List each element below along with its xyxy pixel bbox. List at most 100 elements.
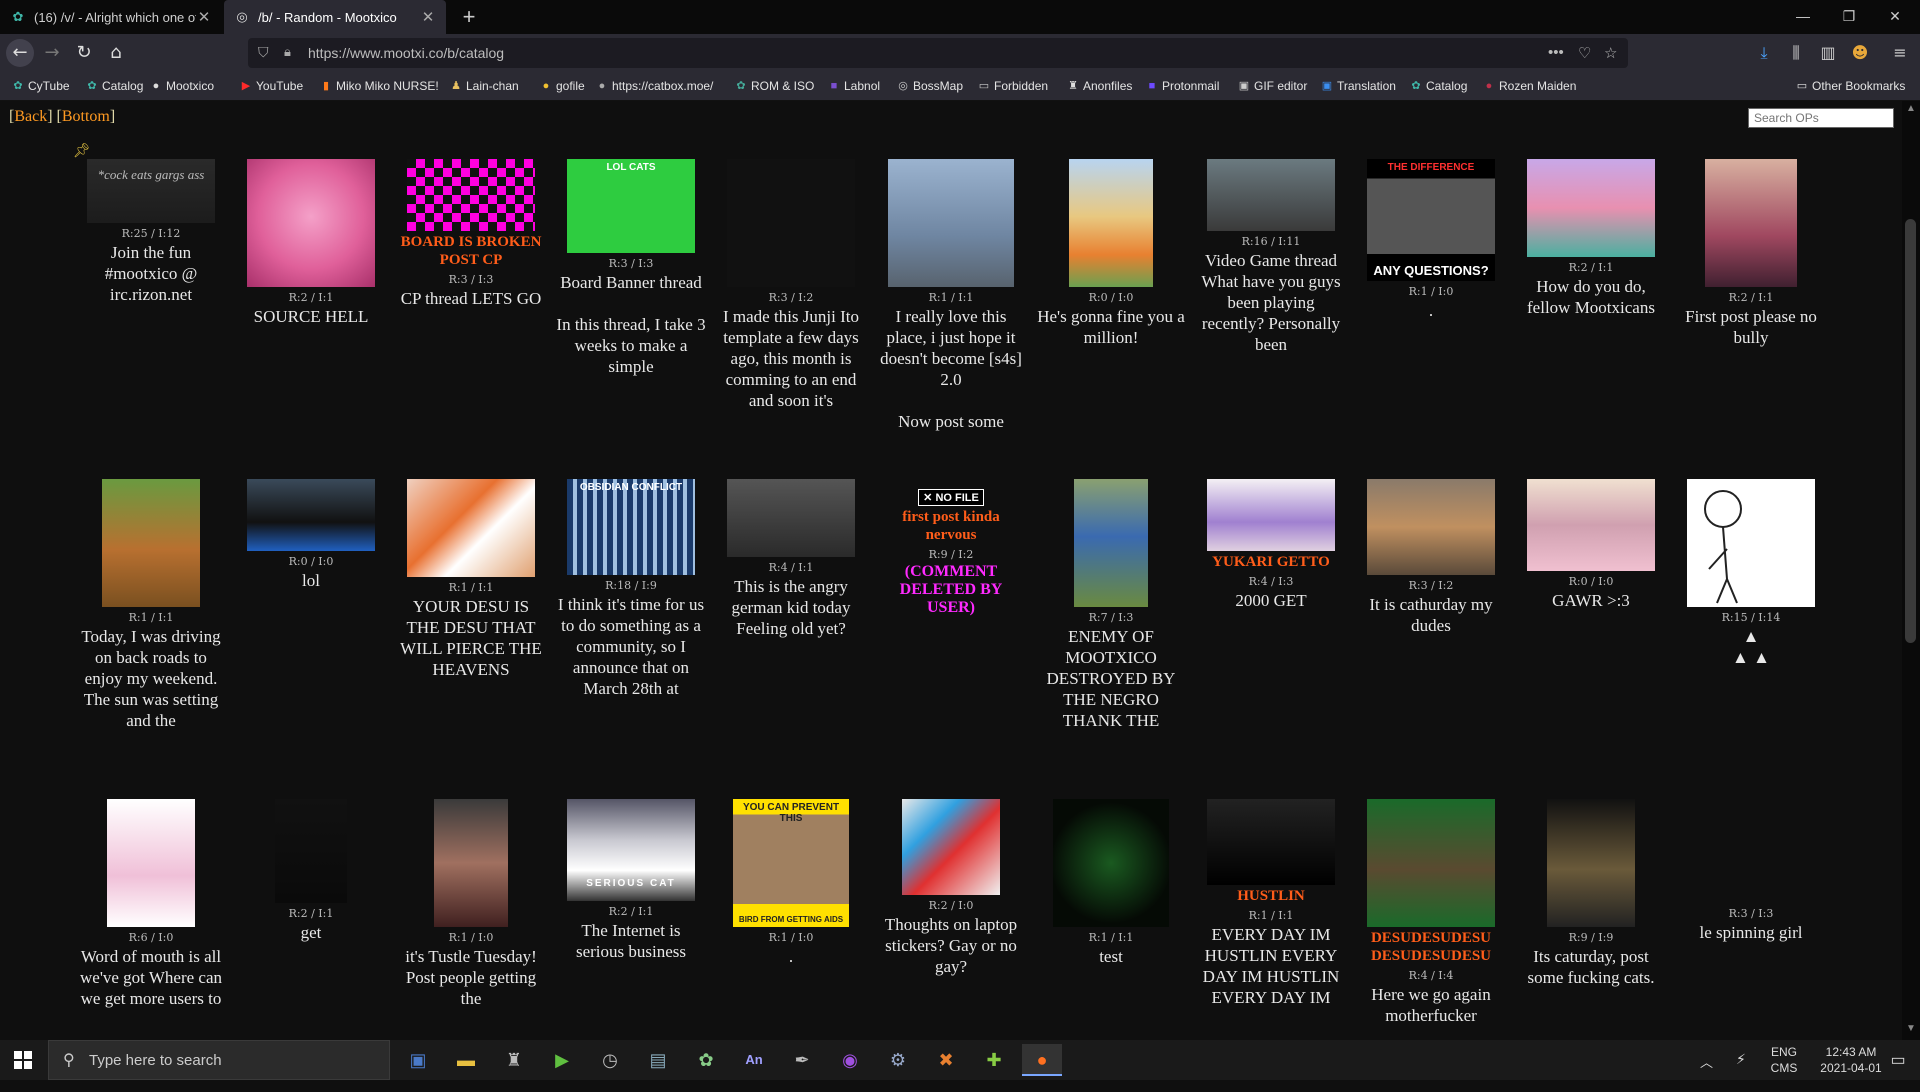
thread-thumbnail[interactable]	[107, 799, 195, 927]
network-icon[interactable]: ⚡︎	[1736, 1051, 1746, 1091]
thread-thumbnail[interactable]	[902, 799, 1000, 895]
bookmark-item[interactable]: ♟ Lain-chan	[450, 79, 519, 93]
bookmark-item[interactable]: ✿ Catalog	[86, 79, 143, 93]
start-button[interactable]	[0, 1040, 46, 1080]
app-icon[interactable]: ✚	[974, 1044, 1014, 1076]
bookmark-item[interactable]: ▮ Miko Miko NURSE!	[320, 79, 439, 93]
thread-thumbnail[interactable]	[434, 799, 508, 927]
thread-thumbnail[interactable]	[1705, 159, 1797, 287]
download-icon[interactable]: ⤓	[1750, 39, 1778, 67]
library-icon[interactable]: ⫼	[1782, 39, 1810, 67]
bookmark-item[interactable]: ▣ GIF editor	[1238, 79, 1308, 93]
other-bookmarks[interactable]: ▭ Other Bookmarks	[1796, 79, 1906, 93]
thread-thumbnail[interactable]	[1687, 479, 1815, 607]
thread-thumbnail[interactable]	[1547, 799, 1635, 927]
bookmark-item[interactable]: ● https://catbox.moe/	[596, 79, 714, 93]
thread-thumbnail[interactable]	[1053, 799, 1169, 927]
bookmark-item[interactable]: ▶ YouTube	[240, 79, 303, 93]
forward-arrow-icon[interactable]: →	[38, 39, 66, 67]
media-player-icon[interactable]: ▶	[542, 1044, 582, 1076]
close-tab-icon[interactable]: ✕	[420, 8, 436, 26]
bookmark-item[interactable]: ▭ Forbidden	[978, 79, 1048, 93]
thread-thumbnail[interactable]: OBSIDIAN CONFLICT	[567, 479, 695, 575]
thread-thumbnail[interactable]	[1714, 799, 1788, 903]
language-indicator[interactable]: ENG CMS	[1766, 1044, 1802, 1084]
thread-thumbnail[interactable]: YOU CAN PREVENT THIS BIRD FROM GETTING AI…	[733, 799, 849, 927]
taskbar-search[interactable]: ⚲ Type here to search	[48, 1040, 390, 1080]
firefox-icon[interactable]: ●	[1022, 1044, 1062, 1076]
tab-v-board[interactable]: ✿ (16) /v/ - Alright which one of ✕	[0, 0, 222, 34]
bookmark-item[interactable]: ● Rozen Maiden	[1483, 79, 1577, 93]
thread-thumbnail[interactable]	[1207, 479, 1335, 551]
file-explorer-icon[interactable]: ▬	[446, 1044, 486, 1076]
bookmark-item[interactable]: ■ Labnol	[828, 79, 880, 93]
bookmark-item[interactable]: ● gofile	[540, 79, 585, 93]
bookmark-item[interactable]: ◎ BossMap	[897, 79, 963, 93]
clock-app-icon[interactable]: ◷	[590, 1044, 630, 1076]
page-actions-icon[interactable]: •••	[1548, 44, 1564, 61]
thread-thumbnail[interactable]	[1069, 159, 1153, 287]
document-icon[interactable]: ▤	[638, 1044, 678, 1076]
animate-icon[interactable]: An	[734, 1044, 774, 1076]
bookmark-item[interactable]: ▣ Translation	[1321, 79, 1396, 93]
new-tab-button[interactable]: +	[456, 4, 482, 30]
thread-thumbnail[interactable]: LOL CATS	[567, 159, 695, 253]
thread-thumbnail[interactable]	[247, 479, 375, 551]
thread-thumbnail[interactable]	[1207, 799, 1335, 885]
bookmark-item[interactable]: ■ Protonmail	[1146, 79, 1220, 93]
thread-thumbnail[interactable]: THE DIFFERENCE ANY QUESTIONS?	[1367, 159, 1495, 281]
notifications-icon[interactable]: ▭	[1880, 1050, 1916, 1090]
thread-thumbnail[interactable]	[1207, 159, 1335, 231]
search-ops-input[interactable]	[1748, 108, 1894, 128]
scrollbar-thumb[interactable]	[1905, 219, 1916, 643]
app-icon[interactable]: ✿	[686, 1044, 726, 1076]
pen-icon[interactable]: ✒	[782, 1044, 822, 1076]
bookmark-item[interactable]: ✿ CyTube	[12, 79, 69, 93]
thread-thumbnail[interactable]	[1367, 479, 1495, 575]
minimize-icon[interactable]: —	[1780, 0, 1826, 34]
thread-thumbnail[interactable]	[1074, 479, 1148, 607]
thread-thumbnail[interactable]: SERIOUS CAT	[567, 799, 695, 901]
thread-thumbnail[interactable]	[1527, 159, 1655, 257]
thread-thumbnail[interactable]	[888, 159, 1014, 287]
thread-thumbnail[interactable]	[407, 479, 535, 577]
url-bar[interactable]: ⛉ 🔒︎ https://www.mootxi.co/b/catalog •••…	[248, 38, 1628, 68]
thread-thumbnail[interactable]	[247, 159, 375, 287]
close-window-icon[interactable]: ✕	[1872, 0, 1918, 34]
steam-icon[interactable]: ⚙	[878, 1044, 918, 1076]
pocket-icon[interactable]: ♡	[1578, 44, 1591, 62]
thread-thumbnail[interactable]	[275, 799, 347, 903]
scroll-down-icon[interactable]: ▼	[1906, 1023, 1916, 1034]
back-arrow-icon[interactable]: ←	[6, 39, 34, 67]
app-icon[interactable]: ♜	[494, 1044, 534, 1076]
bookmark-item[interactable]: ● Mootxico	[150, 79, 214, 93]
scroll-up-icon[interactable]: ▲	[1906, 103, 1916, 114]
thread-thumbnail[interactable]	[727, 159, 855, 287]
thread-thumbnail[interactable]	[102, 479, 200, 607]
tab-b-random[interactable]: ◎ /b/ - Random - Mootxico ✕	[224, 0, 446, 34]
bookmark-item[interactable]: ♜ Anonfiles	[1067, 79, 1132, 93]
star-bookmark-icon[interactable]: ☆	[1604, 44, 1617, 62]
thread-thumbnail[interactable]	[727, 479, 855, 557]
task-view-icon[interactable]: ▣	[398, 1044, 438, 1076]
sidebar-icon[interactable]: ▥	[1814, 39, 1842, 67]
app-icon[interactable]: ✖	[926, 1044, 966, 1076]
extension-icon[interactable]: ☻	[1846, 39, 1874, 67]
bottom-link[interactable]: Bottom	[62, 108, 110, 125]
podcast-icon[interactable]: ◉	[830, 1044, 870, 1076]
tray-chevron-icon[interactable]: ︿	[1700, 1052, 1713, 1092]
restore-icon[interactable]: ❐	[1826, 0, 1872, 34]
lock-icon[interactable]: 🔒︎	[284, 44, 291, 60]
thread-thumbnail[interactable]	[1367, 799, 1495, 927]
thread-thumbnail[interactable]	[1527, 479, 1655, 571]
bookmark-item[interactable]: ✿ ROM & ISO	[735, 79, 814, 93]
back-link[interactable]: Back	[14, 108, 47, 125]
thread-thumbnail[interactable]	[407, 159, 535, 231]
shield-icon[interactable]: ⛉	[258, 44, 269, 61]
close-tab-icon[interactable]: ✕	[196, 8, 212, 26]
bookmark-item[interactable]: ✿ Catalog	[1410, 79, 1467, 93]
menu-hamburger-icon[interactable]: ≡	[1886, 39, 1914, 67]
page-scrollbar[interactable]: ▲ ▼	[1902, 101, 1920, 1040]
home-icon[interactable]: ⌂	[102, 39, 130, 67]
pin-icon[interactable]: 📌︎	[73, 143, 91, 160]
